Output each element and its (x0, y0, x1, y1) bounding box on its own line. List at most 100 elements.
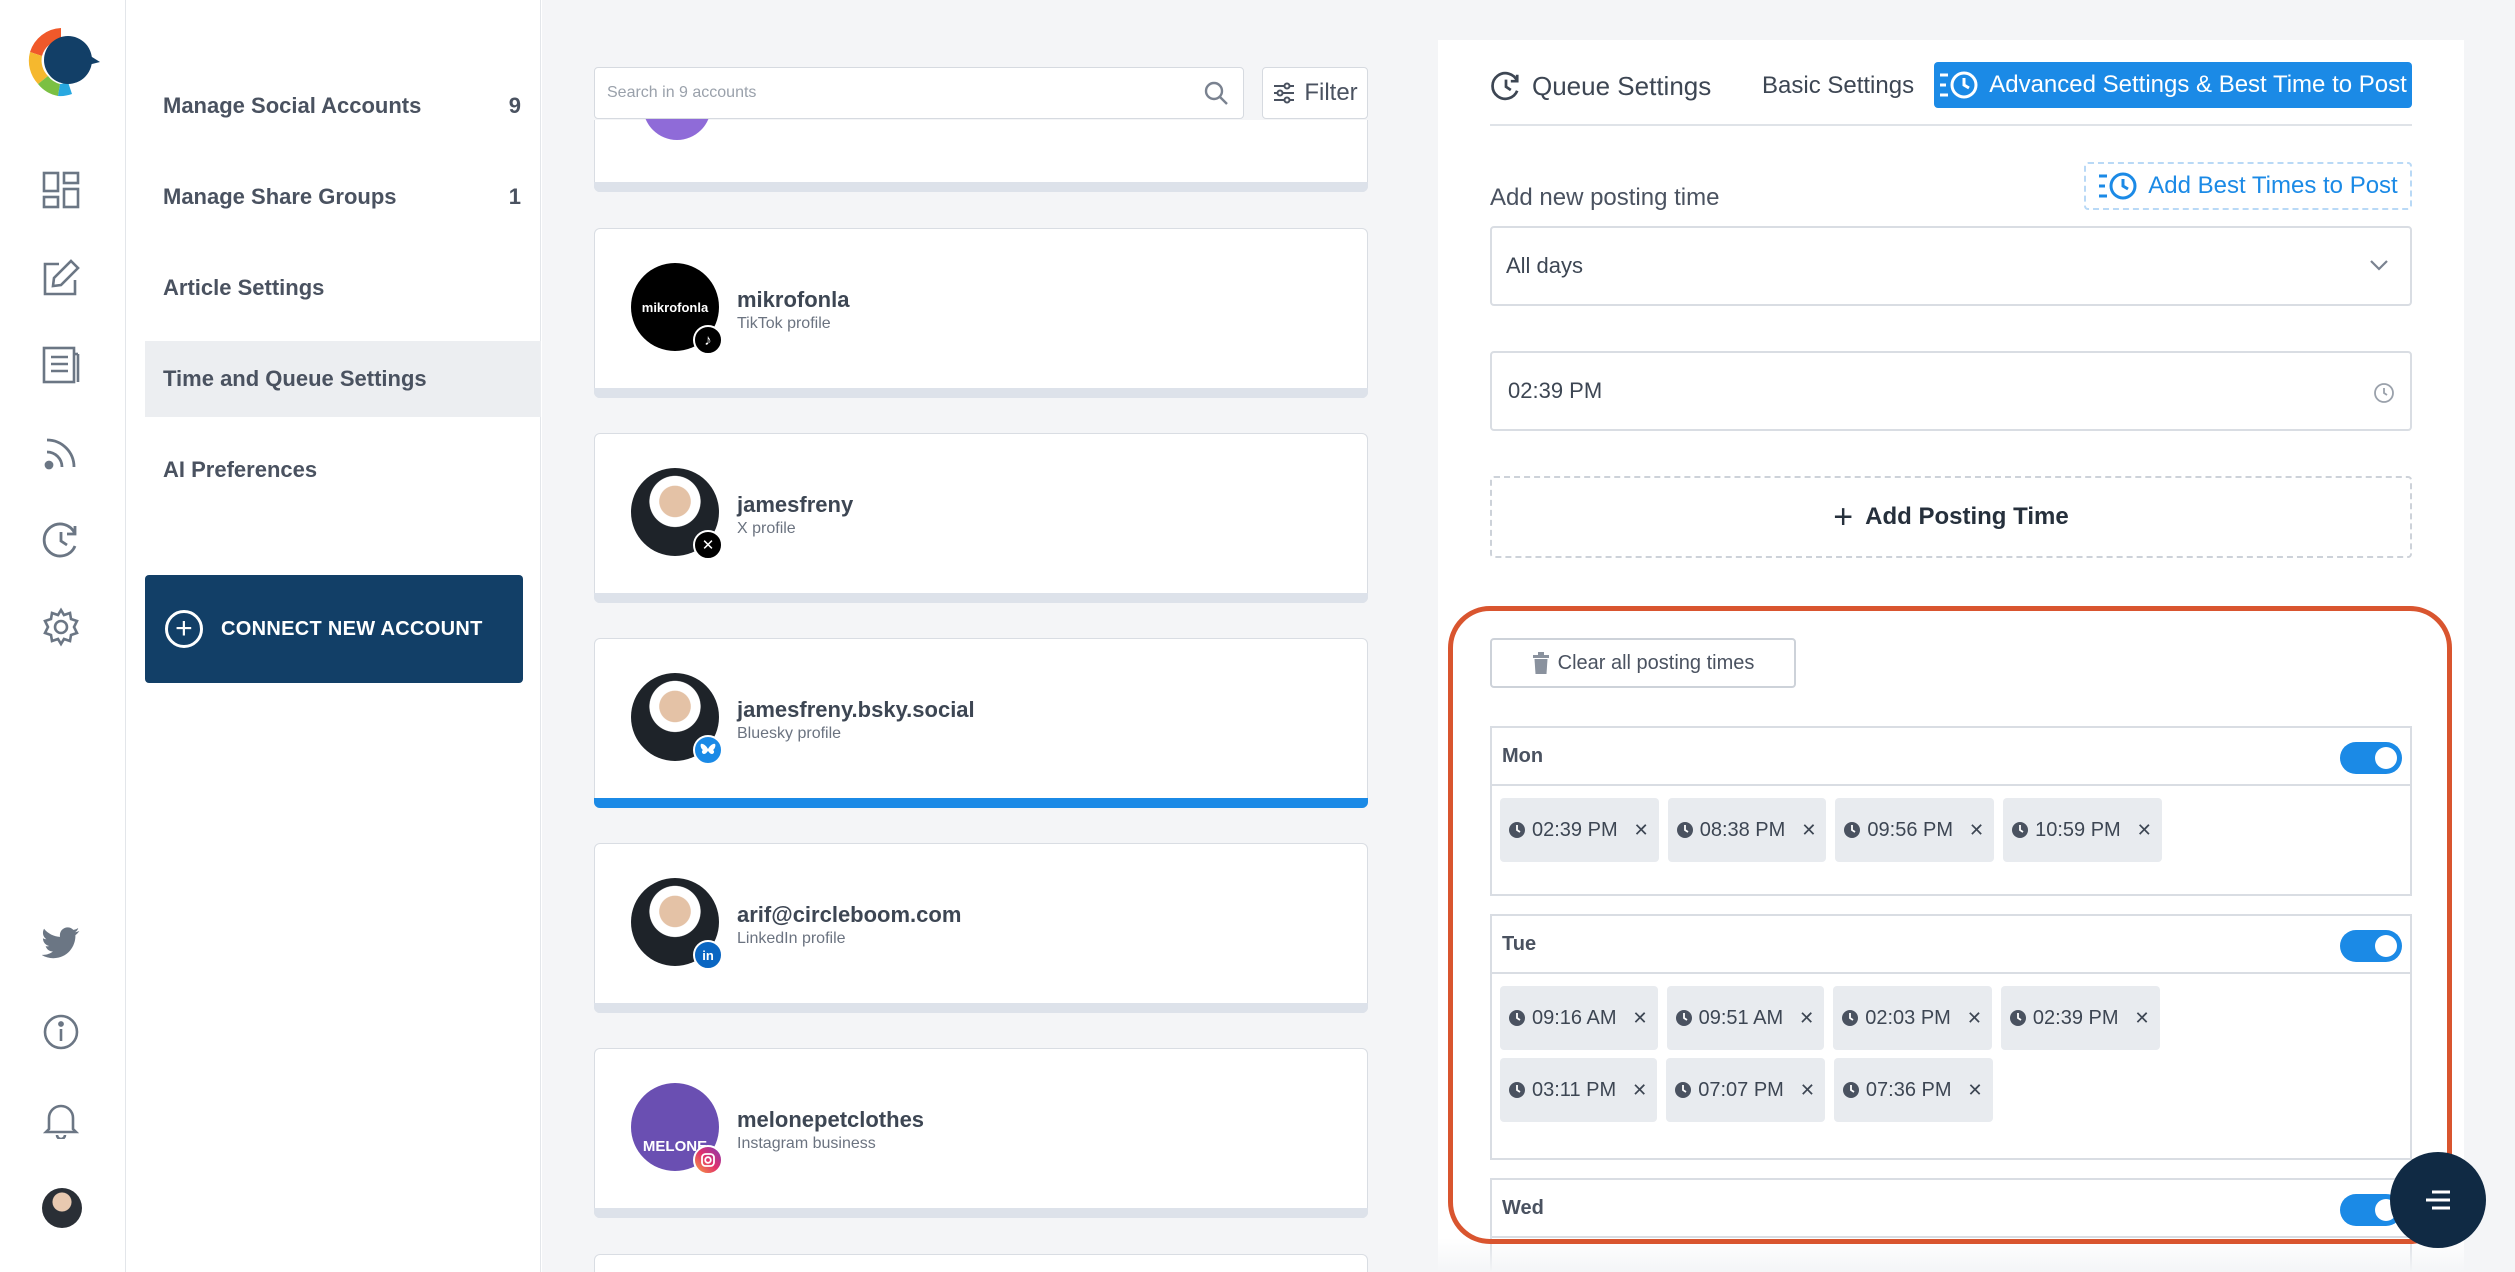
account-card-jamesfreny-x[interactable]: ✕ jamesfreny X profile (594, 433, 1368, 603)
sidebar-item-share-groups[interactable]: Manage Share Groups 1 (145, 159, 541, 235)
sidebar-item-social-accounts[interactable]: Manage Social Accounts 9 (145, 68, 541, 144)
account-card-melonepetclothes[interactable]: MELONE melonepetclothes Instagram busine… (594, 1048, 1368, 1218)
time-chip: 02:39 PM ✕ (2000, 986, 2160, 1050)
time-chip: 10:59 PM ✕ (2003, 798, 2162, 862)
sidebar-item-ai-preferences[interactable]: AI Preferences (145, 432, 541, 508)
filter-label: Filter (1304, 79, 1358, 106)
day-header: Mon (1492, 728, 2410, 786)
day-header: Wed (1492, 1180, 2410, 1238)
settings-sidebar: Manage Social Accounts 9 Manage Share Gr… (127, 0, 541, 1272)
info-icon[interactable] (38, 1009, 84, 1055)
remove-time-icon[interactable]: ✕ (1633, 1008, 1648, 1029)
clock-icon (1509, 822, 1525, 838)
clock-icon (1842, 1082, 1859, 1098)
tab-label: Queue Settings (1532, 70, 1712, 101)
time-chip: 09:56 PM ✕ (1835, 798, 1995, 862)
tab-advanced-settings[interactable]: Advanced Settings & Best Time to Post (1934, 62, 2412, 108)
bell-icon[interactable] (38, 1097, 84, 1143)
time-chip-label: 08:38 PM (1699, 818, 1786, 841)
connect-account-button[interactable]: + CONNECT NEW ACCOUNT (145, 575, 523, 683)
day-header: Tue (1492, 916, 2410, 974)
remove-time-icon[interactable]: ✕ (1799, 1008, 1814, 1029)
articles-icon[interactable] (38, 342, 84, 388)
clock-icon (2009, 1010, 2026, 1026)
time-chip-label: 02:39 PM (1532, 818, 1618, 841)
user-avatar[interactable] (42, 1188, 82, 1228)
tab-basic-settings[interactable]: Basic Settings (1762, 72, 1914, 100)
dashboard-icon[interactable] (38, 167, 84, 213)
compose-icon[interactable] (38, 255, 84, 301)
add-best-times-label: Add Best Times to Post (2148, 172, 2398, 199)
remove-time-icon[interactable]: ✕ (1968, 1080, 1983, 1101)
icon-rail (0, 0, 126, 1272)
account-card-arif-linkedin[interactable]: in arif@circleboom.com LinkedIn profile (594, 843, 1368, 1013)
clock-icon (1509, 1010, 1525, 1026)
remove-time-icon[interactable]: ✕ (1801, 820, 1816, 841)
account-name: arif@circleboom.com (737, 902, 962, 927)
remove-time-icon[interactable]: ✕ (1969, 820, 1984, 841)
day-name: Tue (1502, 932, 1537, 955)
filter-button[interactable]: Filter (1262, 67, 1368, 119)
account-card-jamesfreny-bluesky[interactable]: jamesfreny.bsky.social Bluesky profile (594, 638, 1368, 808)
tab-label: Advanced Settings & Best Time to Post (1989, 71, 2407, 98)
rss-icon[interactable] (38, 430, 84, 476)
sidebar-item-label: Article Settings (163, 275, 325, 300)
menu-fab-button[interactable] (2390, 1152, 2486, 1248)
clock-icon (2374, 383, 2394, 403)
add-posting-time-heading: Add new posting time (1490, 184, 1720, 211)
tab-queue-settings[interactable]: Queue Settings (1490, 70, 1711, 102)
account-type: TikTok profile (737, 315, 831, 332)
twitter-icon[interactable] (38, 920, 84, 966)
queue-icon[interactable] (38, 517, 84, 563)
account-card-mikrofonla[interactable]: mikrofonla ♪ mikrofonla TikTok profile (594, 228, 1368, 398)
time-chip: 02:03 PM ✕ (1833, 986, 1992, 1050)
circleboom-logo[interactable] (22, 22, 100, 102)
connect-account-label: CONNECT NEW ACCOUNT (221, 617, 483, 640)
day-toggle[interactable] (2340, 742, 2402, 774)
clock-icon (1675, 1010, 1692, 1026)
day-section-mon: Mon 02:39 PM ✕ 08:38 PM ✕ 09:56 PM ✕ 10:59 PM ✕ (1490, 726, 2412, 896)
account-card-partial[interactable] (594, 90, 1368, 192)
search-input[interactable]: Search in 9 accounts (594, 67, 1244, 119)
sidebar-item-label: Time and Queue Settings (163, 366, 427, 391)
day-toggle[interactable] (2340, 930, 2402, 962)
add-posting-time-button[interactable]: + Add Posting Time (1490, 476, 2412, 558)
trash-icon (1532, 652, 1549, 674)
days-select[interactable]: All days (1490, 226, 2412, 306)
menu-icon (2426, 1190, 2450, 1210)
remove-time-icon[interactable]: ✕ (1634, 820, 1649, 841)
add-best-times-button[interactable]: Add Best Times to Post (2084, 162, 2412, 210)
time-chip-label: 03:11 PM (1532, 1078, 1617, 1101)
sidebar-item-label: Manage Share Groups (163, 184, 397, 209)
account-card-partial[interactable] (594, 1254, 1368, 1272)
account-type: X profile (737, 520, 796, 537)
remove-time-icon[interactable]: ✕ (1632, 1080, 1647, 1101)
clear-all-times-button[interactable]: Clear all posting times (1490, 638, 1796, 688)
sidebar-item-count: 9 (508, 93, 521, 118)
time-chip: 09:16 AM ✕ (1500, 986, 1658, 1050)
time-chip-label: 09:56 PM (1867, 818, 1954, 841)
sidebar-item-time-queue[interactable]: Time and Queue Settings (145, 341, 541, 417)
x-icon: ✕ (693, 530, 723, 560)
clock-icon (1675, 1082, 1692, 1098)
gear-icon[interactable] (38, 604, 84, 650)
plus-circle-icon: + (165, 610, 203, 648)
remove-time-icon[interactable]: ✕ (2137, 820, 2152, 841)
sidebar-item-label: AI Preferences (163, 457, 318, 482)
sidebar-item-article-settings[interactable]: Article Settings (145, 250, 541, 326)
time-chip-label: 07:07 PM (1698, 1078, 1784, 1101)
remove-time-icon[interactable]: ✕ (2135, 1008, 2150, 1029)
accounts-column: Search in 9 accounts Filter mikrofonla ♪… (542, 0, 1404, 1272)
sliders-icon (1274, 82, 1295, 104)
clock-icon (2012, 822, 2029, 838)
instagram-icon (693, 1145, 723, 1175)
remove-time-icon[interactable]: ✕ (1967, 1008, 1982, 1029)
time-input[interactable]: 02:39 PM (1490, 351, 2412, 431)
remove-time-icon[interactable]: ✕ (1800, 1080, 1815, 1101)
clock-icon (1676, 822, 1693, 838)
search-placeholder: Search in 9 accounts (607, 84, 757, 101)
clock-list-icon (1940, 71, 1978, 99)
bluesky-butterfly-icon (693, 735, 723, 765)
time-chips: 09:16 AM ✕ 09:51 AM ✕ 02:03 PM ✕ 02:39 PM ✕ 03:1… (1492, 974, 2252, 1136)
days-select-value: All days (1506, 253, 1584, 278)
